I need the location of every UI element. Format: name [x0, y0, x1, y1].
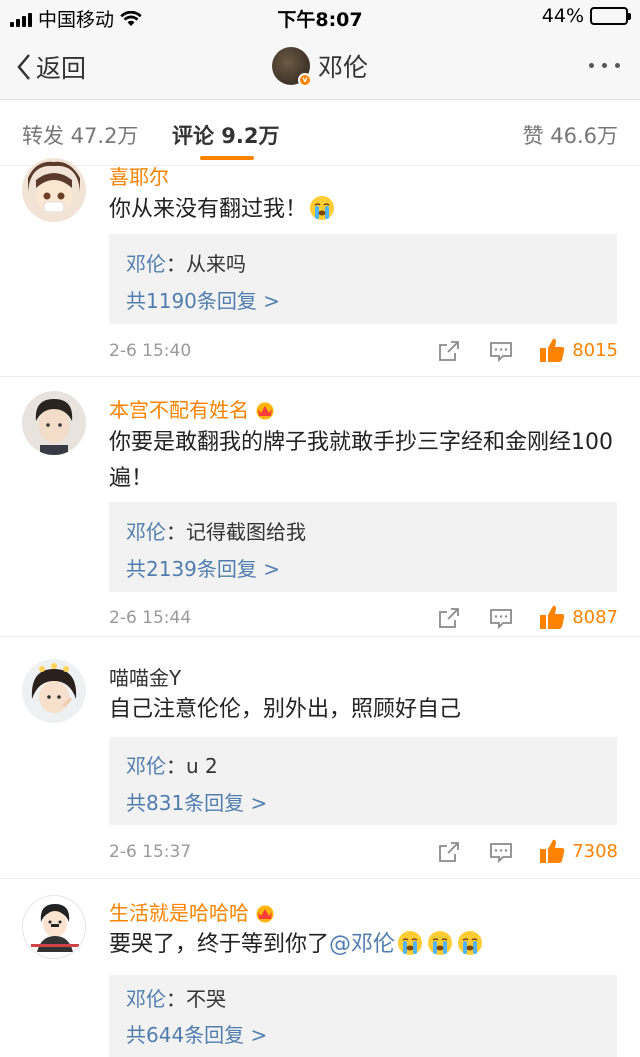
- reply-box[interactable]: 邓伦：从来吗 共1190条回复 >: [109, 234, 617, 324]
- avatar[interactable]: [22, 895, 86, 959]
- username-text: 本宫不配有姓名: [109, 398, 249, 422]
- active-tab-indicator: [200, 156, 254, 160]
- comment-body: 你从来没有翻过我！: [109, 197, 308, 222]
- reply-author[interactable]: 邓伦: [126, 252, 166, 276]
- reply-count-link[interactable]: 共644条回复 >: [126, 1019, 267, 1048]
- reply-preview: 邓伦：记得截图给我: [126, 516, 306, 545]
- reply-author[interactable]: 邓伦: [126, 987, 166, 1011]
- username[interactable]: 喜耶尔: [109, 161, 169, 190]
- reply-box[interactable]: 邓伦：u 2 共831条回复 >: [109, 737, 617, 825]
- comment-item: 生活就是哈哈哈 要哭了，终于等到你了@邓伦 邓伦：不哭 共644条回复 >: [0, 879, 640, 1057]
- like-count: 7308: [572, 840, 618, 862]
- like-button[interactable]: 7308: [538, 837, 618, 865]
- thumbs-up-icon: [540, 605, 565, 629]
- thumbs-up-icon: [540, 839, 565, 863]
- crying-emoji-icon: [398, 931, 423, 955]
- comment-text: 你从来没有翻过我！: [109, 192, 619, 228]
- verified-badge-icon: v: [297, 73, 312, 87]
- tab-reposts[interactable]: 转发 47.2万: [22, 120, 138, 150]
- battery-icon: [590, 7, 631, 25]
- nav-title[interactable]: v 邓伦: [0, 47, 640, 87]
- comment-icon[interactable]: [489, 606, 513, 630]
- battery-percent: 44%: [541, 5, 584, 27]
- reply-preview: 邓伦：不哭: [126, 983, 226, 1012]
- username[interactable]: 喵喵金Y: [109, 662, 181, 691]
- like-count: 8087: [572, 606, 618, 628]
- reply-text: ：不哭: [166, 987, 226, 1011]
- status-bar: 中国移动 下午8:07 44%: [0, 0, 640, 34]
- like-count: 8015: [572, 339, 618, 361]
- reply-text: ：u 2: [166, 754, 218, 778]
- avatar[interactable]: [22, 158, 86, 222]
- username[interactable]: 本宫不配有姓名: [109, 394, 277, 423]
- share-icon[interactable]: [437, 840, 461, 864]
- share-icon[interactable]: [437, 339, 461, 363]
- nav-bar: 返回 v 邓伦: [0, 34, 640, 100]
- username[interactable]: 生活就是哈哈哈: [109, 897, 277, 926]
- mention-link[interactable]: @邓伦: [329, 932, 395, 957]
- avatar[interactable]: [22, 391, 86, 455]
- comment-body: 要哭了，终于等到你了: [109, 932, 330, 957]
- reply-count-link[interactable]: 共831条回复 >: [126, 787, 267, 816]
- thumbs-up-icon: [540, 338, 565, 362]
- comment-text: 要哭了，终于等到你了@邓伦: [109, 927, 619, 963]
- reply-text: ：从来吗: [166, 252, 246, 276]
- reply-count-link[interactable]: 共2139条回复 >: [126, 553, 280, 582]
- comment-time: 2-6 15:40: [109, 341, 192, 361]
- like-button[interactable]: 8087: [538, 603, 618, 631]
- comment-icon[interactable]: [489, 840, 513, 864]
- share-icon[interactable]: [437, 606, 461, 630]
- reply-count-link[interactable]: 共1190条回复 >: [126, 285, 280, 314]
- avatar[interactable]: [22, 659, 86, 723]
- vip-crown-icon: [256, 905, 274, 923]
- reply-preview: 邓伦：u 2: [126, 750, 218, 779]
- crying-emoji-icon: [458, 931, 483, 955]
- tab-comments[interactable]: 评论 9.2万: [172, 120, 280, 150]
- comment-text: 自己注意伦伦，别外出，照顾好自己: [109, 697, 462, 722]
- tab-bar: 转发 47.2万 评论 9.2万 赞 46.6万: [0, 100, 640, 166]
- comment-item: 喜耶尔 你从来没有翻过我！ 邓伦：从来吗 共1190条回复 > 2-6 15:4…: [0, 158, 640, 377]
- status-right: 44%: [541, 5, 631, 27]
- reply-author[interactable]: 邓伦: [126, 520, 166, 544]
- comment-item: 喵喵金Y 自己注意伦伦，别外出，照顾好自己 邓伦：u 2 共831条回复 > 2…: [0, 637, 640, 879]
- username-text: 生活就是哈哈哈: [109, 901, 249, 925]
- profile-avatar: v: [271, 47, 312, 87]
- like-button[interactable]: 8015: [538, 336, 618, 364]
- reply-box[interactable]: 邓伦：记得截图给我 共2139条回复 >: [109, 502, 617, 592]
- tab-likes[interactable]: 赞 46.6万: [523, 120, 618, 150]
- vip-crown-icon: [256, 402, 274, 420]
- nav-title-text: 邓伦: [317, 53, 368, 82]
- comment-time: 2-6 15:44: [109, 608, 192, 628]
- reply-text: ：记得截图给我: [166, 520, 306, 544]
- reply-author[interactable]: 邓伦: [126, 754, 166, 778]
- comment-text: 你要是敢翻我的牌子我就敢手抄三字经和金刚经100遍！: [109, 430, 613, 491]
- reply-box[interactable]: 邓伦：不哭 共644条回复 >: [109, 975, 617, 1057]
- comment-icon[interactable]: [489, 339, 513, 363]
- comment-time: 2-6 15:37: [109, 842, 192, 862]
- reply-preview: 邓伦：从来吗: [126, 248, 246, 277]
- comment-item: 本宫不配有姓名 你要是敢翻我的牌子我就敢手抄三字经和金刚经100遍！ 邓伦：记得…: [0, 377, 640, 637]
- crying-emoji-icon: [310, 196, 335, 220]
- crying-emoji-icon: [428, 931, 453, 955]
- more-options-icon[interactable]: [589, 63, 620, 68]
